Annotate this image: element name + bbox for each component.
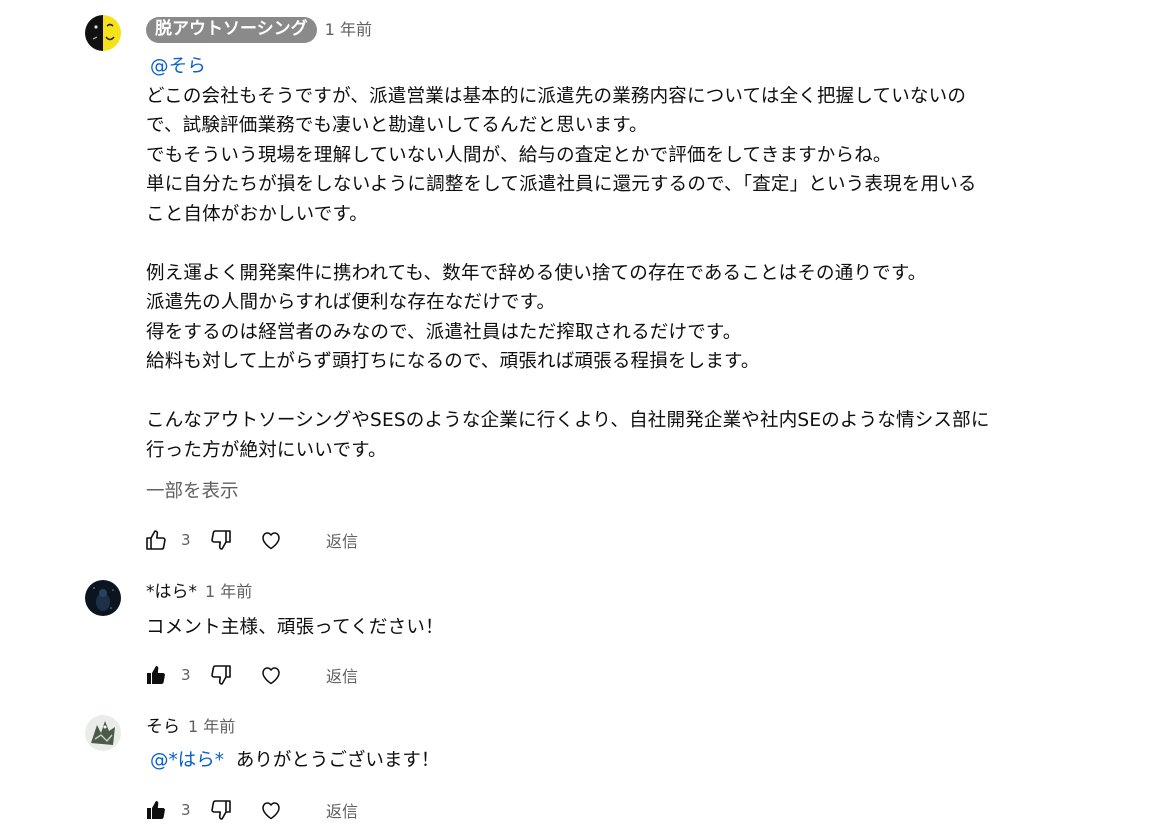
comment-actions: 3 返信 xyxy=(144,660,358,690)
comment-line: こと自体がおかしいです。 xyxy=(146,203,368,225)
comment-line: こんなアウトソーシングやSESのような企業に行くより、自社開発企業や社内SEのよ… xyxy=(146,410,990,431)
like-count: 3 xyxy=(181,666,191,684)
author-avatar[interactable] xyxy=(85,15,121,51)
comment-body: コメント主様、頑張ってください！ xyxy=(146,613,1106,643)
heart-icon[interactable] xyxy=(259,663,283,687)
comment-body: @そら どこの会社もそうですが、派遣営業は基本的に派遣先の業務内容については全く… xyxy=(146,52,1106,465)
show-less-button[interactable]: 一部を表示 xyxy=(146,480,239,504)
comment-line: 単に自分たちが損をしないように調整をして派遣社員に還元するので、「査定」という表… xyxy=(146,174,977,195)
comment-timestamp[interactable]: 1 年前 xyxy=(188,716,235,738)
comment-body: @*はら* ありがとうございます！ xyxy=(150,748,439,774)
comment-line: 行った方が絶対にいいです。 xyxy=(146,439,387,461)
comment-line: 派遣先の人間からすれば便利な存在なだけです。 xyxy=(146,292,556,313)
mention-link[interactable]: @*はら* xyxy=(150,750,224,771)
author-name[interactable]: そら xyxy=(146,716,180,738)
author-name[interactable]: *はら* xyxy=(146,581,197,603)
reply-button[interactable]: 返信 xyxy=(326,798,358,822)
comment-actions: 3 返信 xyxy=(144,525,358,555)
comment-header: 脱アウトソーシング 1 年前 xyxy=(146,17,372,43)
comment-header: *はら* 1 年前 xyxy=(146,581,252,603)
reply-button[interactable]: 返信 xyxy=(326,663,358,687)
comment-line: 例え運よく開発案件に携われても、数年で辞める使い捨ての存在であることはその通りで… xyxy=(146,262,927,284)
mention-link[interactable]: @そら xyxy=(150,56,206,77)
author-name[interactable]: 脱アウトソーシング xyxy=(146,17,317,43)
reply-button[interactable]: 返信 xyxy=(326,528,358,552)
comment-line: でもそういう現場を理解していない人間が、給与の査定とかで評価をしてきますからね。 xyxy=(146,144,892,166)
comment-timestamp[interactable]: 1 年前 xyxy=(325,19,372,41)
comment-header: そら 1 年前 xyxy=(146,716,235,738)
comment-actions: 3 返信 xyxy=(144,795,358,825)
comment-mention-line: @そら xyxy=(146,52,1106,82)
thumbs-up-filled-icon[interactable] xyxy=(144,663,168,687)
comment-line: コメント主様、頑張ってください！ xyxy=(146,617,444,638)
thumbs-up-icon[interactable] xyxy=(144,528,168,552)
comment-line: 得をするのは経営者のみなので、派遣社員はただ搾取されるだけです。 xyxy=(146,321,742,343)
author-avatar[interactable] xyxy=(85,715,121,751)
comment-text: ありがとうございます！ xyxy=(235,750,440,771)
comment-timestamp[interactable]: 1 年前 xyxy=(205,581,252,603)
thumbs-down-icon[interactable] xyxy=(209,528,233,552)
thumbs-down-icon[interactable] xyxy=(209,798,233,822)
comment-thread-item: そら 1 年前 @*はら* ありがとうございます！ 3 返信 xyxy=(0,705,1150,834)
like-count: 3 xyxy=(181,531,191,549)
comment-thread-item: *はら* 1 年前 コメント主様、頑張ってください！ 3 返信 xyxy=(0,570,1150,700)
author-avatar[interactable] xyxy=(85,580,121,616)
comment-line: どこの会社もそうですが、派遣営業は基本的に派遣先の業務内容については全く把握して… xyxy=(146,85,967,107)
comment-thread-item: 脱アウトソーシング 1 年前 @そら どこの会社もそうですが、派遣営業は基本的に… xyxy=(0,0,1150,560)
thumbs-up-filled-icon[interactable] xyxy=(144,798,168,822)
comment-line: 給料も対して上がらず頭打ちになるので、頑張れば頑張る程損をします。 xyxy=(146,351,760,372)
like-count: 3 xyxy=(181,801,191,819)
comment-line: で、試験評価業務でも凄いと勘違いしてるんだと思います。 xyxy=(146,115,648,136)
heart-icon[interactable] xyxy=(259,528,283,552)
heart-icon[interactable] xyxy=(259,798,283,822)
thumbs-down-icon[interactable] xyxy=(209,663,233,687)
